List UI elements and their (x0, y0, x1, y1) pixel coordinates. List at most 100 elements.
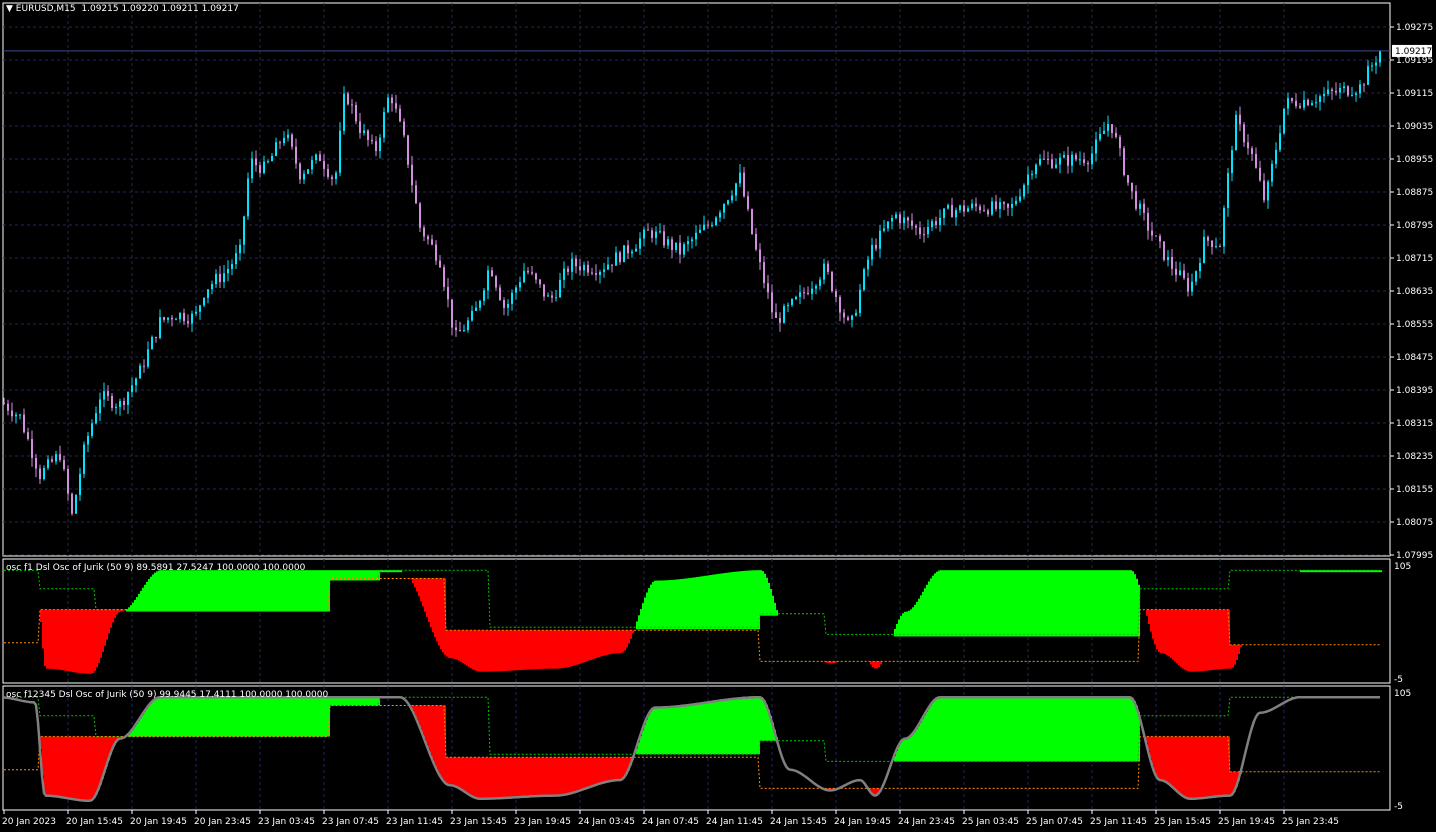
osc-down-fill (70, 736, 72, 799)
osc-up-fill (660, 580, 662, 630)
candle-body (1299, 106, 1301, 108)
osc-up-fill (232, 570, 234, 612)
osc-down-fill (442, 578, 444, 653)
osc-up-fill (326, 697, 328, 737)
osc-down-fill (600, 757, 602, 784)
candle-body (95, 413, 97, 424)
osc-down-fill (462, 757, 464, 791)
symbol-label: EURUSD,M15 (15, 4, 76, 14)
osc-down-fill (606, 757, 608, 782)
candle-body (1039, 158, 1041, 165)
osc-up-fill (1062, 570, 1064, 637)
osc-down-fill (66, 609, 68, 671)
osc-up-fill (138, 721, 140, 737)
candle-body (523, 270, 525, 283)
osc-down-fill (1210, 736, 1212, 798)
osc-up-fill (1000, 570, 1002, 637)
osc-down-fill (438, 705, 440, 773)
osc-down-fill (578, 757, 580, 792)
osc-down-fill (60, 609, 62, 670)
candle-body (1059, 157, 1061, 165)
candle-body (527, 270, 529, 273)
osc-down-fill (510, 630, 512, 671)
candle-body (675, 242, 677, 250)
osc-up-fill (190, 697, 192, 737)
indicator1-axis-bottom: -5 (1394, 675, 1403, 685)
candle-body (795, 296, 797, 300)
osc-down-fill (88, 736, 90, 801)
osc-up-fill (274, 570, 276, 612)
dropdown-arrow-icon[interactable]: ▼ (6, 4, 13, 14)
candle-body (1171, 256, 1173, 269)
osc-down-fill (458, 757, 460, 788)
osc-up-fill (918, 598, 920, 637)
osc-down-fill (474, 630, 476, 671)
osc-up-fill (998, 570, 1000, 637)
osc-down-fill (90, 609, 92, 674)
osc-up-fill (736, 698, 738, 755)
candle-body (11, 410, 13, 417)
candle-body (239, 244, 241, 254)
osc-down-fill (434, 705, 436, 764)
candle-body (975, 203, 977, 207)
osc-up-fill (748, 570, 750, 630)
osc-down-fill (1226, 609, 1228, 669)
osc-up-fill (1046, 697, 1048, 762)
osc-down-fill (66, 736, 68, 798)
osc-up-fill (1058, 570, 1060, 637)
osc-up-fill (1092, 697, 1094, 762)
osc-down-fill (544, 757, 546, 796)
osc-down-fill (574, 630, 576, 666)
osc-up-fill (934, 700, 936, 762)
osc-down-fill (440, 578, 442, 650)
candle-body (1119, 136, 1121, 149)
osc-down-fill (1196, 736, 1198, 799)
osc-up-fill (218, 697, 220, 737)
osc-up-fill (644, 724, 646, 755)
candle-body (1175, 268, 1177, 276)
osc-up-fill (716, 701, 718, 755)
candle-body (339, 130, 341, 173)
candle-body (271, 155, 273, 162)
osc-down-fill (600, 630, 602, 657)
osc-up-fill (1030, 570, 1032, 637)
osc-down-fill (428, 578, 430, 623)
candle-body (571, 258, 573, 272)
candle-body (255, 158, 257, 166)
osc-down-fill (876, 661, 878, 669)
candle-body (959, 205, 961, 211)
osc-up-fill (280, 570, 282, 612)
osc-up-fill (196, 697, 198, 737)
osc-up-fill (720, 573, 722, 630)
chart-canvas[interactable]: 1.09275 1.09195 1.09115 1.09035 1.08955 1.088… (0, 0, 1436, 832)
candle-body (839, 297, 841, 313)
osc-down-fill (580, 757, 582, 791)
osc-down-fill (1162, 736, 1164, 781)
osc-down-fill (470, 630, 472, 669)
osc-up-fill (676, 579, 678, 630)
osc-up-fill (232, 697, 234, 737)
candle-body (43, 467, 45, 480)
osc-up-fill (182, 570, 184, 612)
osc-up-fill (970, 570, 972, 637)
osc-down-fill (1230, 771, 1232, 796)
candle-body (331, 176, 333, 179)
osc-up-fill (1136, 578, 1138, 637)
osc-down-fill (536, 757, 538, 797)
candle-body (479, 300, 481, 308)
osc-up-fill (1052, 570, 1054, 637)
osc-down-fill (64, 736, 66, 798)
osc-up-fill (156, 698, 158, 737)
candle-body (407, 135, 409, 165)
osc-up-fill (234, 570, 236, 612)
osc-up-fill (692, 577, 694, 630)
osc-down-fill (448, 630, 450, 658)
osc-down-fill (478, 630, 480, 672)
osc-down-fill (476, 630, 478, 672)
osc-up-fill (754, 570, 756, 630)
candle-body (51, 459, 53, 462)
osc-up-fill (210, 570, 212, 612)
osc-up-fill (1052, 697, 1054, 762)
osc-up-fill (260, 570, 262, 612)
osc-up-fill (150, 576, 152, 612)
